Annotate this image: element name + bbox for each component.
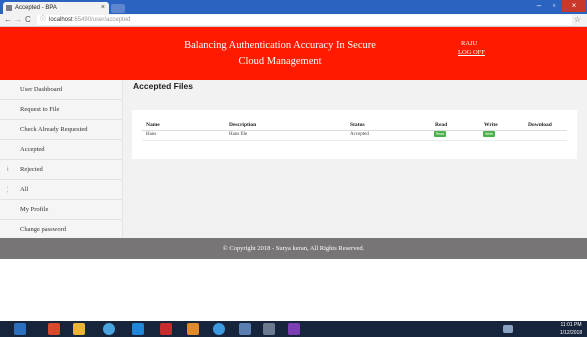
ie-icon[interactable] — [132, 323, 144, 335]
sidebar-item-label: Rejected — [20, 166, 43, 173]
keyboard-icon[interactable] — [503, 325, 513, 333]
reload-icon[interactable]: C — [25, 14, 31, 26]
folder-icon[interactable] — [73, 323, 85, 335]
sidebar-item-rejected[interactable]: ⅰ Rejected — [0, 160, 122, 180]
sidebar-item-user-dashboard[interactable]: User Dashboard — [0, 80, 122, 100]
column-header-name: Name — [146, 122, 160, 128]
paint-icon[interactable] — [187, 323, 199, 335]
read-button[interactable]: Read — [434, 131, 446, 137]
window-maximize-button[interactable]: ▫ — [547, 0, 561, 12]
tab-title: Accepted - BPA — [15, 5, 57, 11]
new-tab-button[interactable] — [111, 4, 125, 13]
cell-name: Hans — [146, 132, 157, 137]
sidebar: User Dashboard Request to File Check Alr… — [0, 80, 123, 238]
page-title: Accepted Files — [133, 81, 193, 91]
sidebar-item-my-profile[interactable]: My Profile — [0, 200, 122, 220]
table-divider — [142, 130, 567, 131]
sidebar-item-accepted[interactable]: Accepted — [0, 140, 122, 160]
sidebar-item-label: Check Already Requested — [20, 126, 88, 133]
site-title: Balancing Authentication Accuracy In Sec… — [184, 40, 376, 67]
write-button[interactable]: Write — [483, 131, 495, 137]
app-icon[interactable] — [263, 323, 275, 335]
window-minimize-button[interactable]: – — [532, 0, 546, 12]
main-content: Accepted Files Name Description Status R… — [123, 80, 587, 238]
files-table-panel: Name Description Status Read Write Downl… — [132, 110, 577, 159]
sidebar-item-request-to-file[interactable]: Request to File — [0, 100, 122, 120]
logoff-link[interactable]: LOG OFF — [458, 49, 485, 56]
cell-status: Accepted — [350, 132, 369, 137]
bookmark-star-icon[interactable]: ☆ — [574, 14, 581, 26]
column-header-status: Status — [350, 122, 365, 128]
sidebar-item-change-password[interactable]: Change password — [0, 220, 122, 240]
clock[interactable]: 11:01 PM 1/12/2018 — [556, 321, 586, 337]
sidebar-item-all[interactable]: ¦ All — [0, 180, 122, 200]
window-close-button[interactable]: × — [562, 0, 586, 12]
tab-close-icon[interactable]: × — [101, 2, 105, 14]
site-info-icon[interactable]: ⓘ — [40, 15, 46, 25]
page-footer: © Copyright 2018 - Surya keran, All Righ… — [0, 238, 587, 259]
sidebar-item-check-already-requested[interactable]: Check Already Requested — [0, 120, 122, 140]
table-row-divider — [142, 140, 567, 141]
forward-arrow-icon[interactable]: → — [14, 14, 22, 26]
app-icon[interactable] — [48, 323, 60, 335]
column-header-write: Write — [484, 122, 498, 128]
clock-date: 1/12/2018 — [559, 330, 583, 336]
back-arrow-icon[interactable]: ← — [4, 14, 12, 26]
pdf-icon[interactable] — [160, 323, 172, 335]
sidebar-item-label: Change password — [20, 226, 67, 233]
url-host: localhost — [49, 17, 73, 23]
chrome-icon[interactable] — [103, 323, 115, 335]
sidebar-item-label: Request to File — [20, 106, 60, 113]
browser-tab-bar: Accepted - BPA × – ▫ × — [0, 0, 587, 14]
chrome-active-icon[interactable] — [213, 323, 225, 335]
column-header-description: Description — [229, 122, 257, 128]
page-header: Balancing Authentication Accuracy In Sec… — [0, 27, 587, 80]
bullet-icon: ¦ — [7, 187, 9, 193]
app-icon[interactable] — [14, 323, 26, 335]
app-icon[interactable] — [239, 323, 251, 335]
clock-time: 11:01 PM — [560, 322, 582, 328]
url-path: :65490/user/accepted — [72, 17, 131, 23]
url-input[interactable]: ⓘ localhost:65490/user/accepted — [37, 15, 572, 25]
browser-tab[interactable]: Accepted - BPA × — [3, 2, 109, 14]
address-bar-row: ← → C ⓘ localhost:65490/user/accepted ☆ — [0, 14, 587, 27]
sidebar-item-label: My Profile — [20, 206, 49, 213]
favicon-icon — [6, 5, 12, 11]
column-header-read: Read — [435, 122, 448, 128]
sidebar-item-label: Accepted — [20, 146, 45, 153]
bullet-icon: ⅰ — [7, 167, 9, 173]
user-name: RAJU — [461, 40, 478, 47]
windows-taskbar: 11:01 PM 1/12/2018 — [0, 321, 587, 337]
sidebar-item-label: User Dashboard — [20, 86, 63, 93]
sidebar-item-label: All — [20, 186, 29, 193]
column-header-download: Download — [528, 122, 552, 128]
cell-description: Hans file — [229, 132, 248, 137]
visual-studio-icon[interactable] — [288, 323, 300, 335]
